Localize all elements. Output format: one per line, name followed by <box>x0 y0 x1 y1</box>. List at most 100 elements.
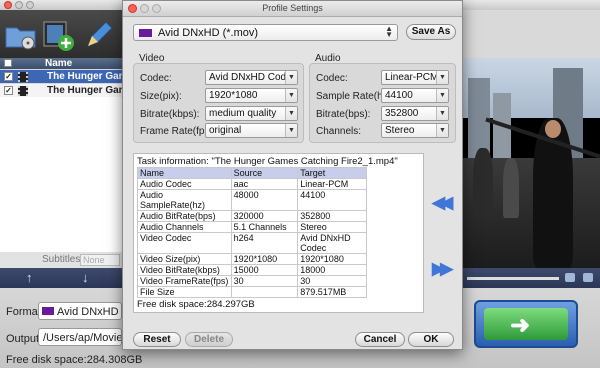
chevron-down-icon: ▼ <box>285 89 297 102</box>
file-checkbox[interactable]: ✓ <box>4 72 13 81</box>
add-video-icon[interactable] <box>42 16 76 52</box>
dialog-title: Profile Settings <box>262 3 323 13</box>
file-checkbox[interactable]: ✓ <box>4 86 13 95</box>
delete-button[interactable]: Delete <box>185 332 233 347</box>
move-down-icon[interactable]: ↓ <box>82 270 89 285</box>
audio-codec-value: Linear-PCM <box>385 72 439 83</box>
audio-codec-select[interactable]: Linear-PCM ▼ <box>381 70 449 85</box>
audio-bitrate-select[interactable]: 352800 ▼ <box>381 106 449 121</box>
video-size-value: 1920*1080 <box>209 90 258 101</box>
audio-samplerate-value: 44100 <box>385 90 413 101</box>
chevron-down-icon: ▼ <box>285 124 297 137</box>
file-list-header: Name <box>0 58 122 69</box>
snapshot-icon[interactable] <box>565 273 575 282</box>
chevron-down-icon: ▼ <box>436 124 448 137</box>
video-framerate-value: original <box>209 125 242 136</box>
expand-right-icon[interactable]: ▶▶ <box>432 259 453 279</box>
table-row: Video Codec h264 Avid DNxHD Codec <box>137 232 367 254</box>
chevron-down-icon: ▼ <box>436 107 448 120</box>
film-icon <box>18 86 28 96</box>
profile-badge-icon <box>139 29 152 37</box>
table-row: Audio SampleRate(hz) 48000 44100 <box>137 189 367 211</box>
video-codec-value: Avid DNxHD Code <box>209 72 292 83</box>
table-cell: h264 <box>230 232 299 254</box>
format-value: Avid DNxHD (*.m <box>57 306 121 318</box>
file-row[interactable]: ✓ The Hunger Game... <box>0 84 122 97</box>
convert-button[interactable]: ➜ <box>474 300 578 348</box>
chevron-down-icon: ▼ <box>285 71 297 84</box>
table-cell: 18000 <box>297 264 367 276</box>
minimize-window-button[interactable] <box>15 1 23 9</box>
video-codec-select[interactable]: Avid DNxHD Code ▼ <box>205 70 298 85</box>
table-cell: 320000 <box>230 210 299 222</box>
column-header: Name <box>137 167 232 179</box>
audio-codec-label: Codec: <box>316 73 348 84</box>
file-name: The Hunger Game... <box>47 85 122 96</box>
reset-button[interactable]: Reset <box>133 332 181 347</box>
output-path-value: /Users/ap/Movies <box>43 332 122 344</box>
chevron-down-icon: ▼ <box>436 71 448 84</box>
output-path-field[interactable]: /Users/ap/Movies <box>38 328 122 346</box>
table-cell: aac <box>230 178 299 190</box>
subtitles-select[interactable]: None <box>80 254 120 266</box>
add-folder-icon[interactable] <box>4 16 38 52</box>
edit-pencil-icon[interactable] <box>82 16 116 52</box>
video-bitrate-value: medium quality <box>209 108 277 119</box>
video-size-select[interactable]: 1920*1080 ▼ <box>205 88 298 103</box>
dialog-close-button[interactable] <box>128 4 137 13</box>
ok-button[interactable]: OK <box>408 332 454 347</box>
column-header: Target <box>297 167 367 179</box>
file-list-body <box>0 97 122 252</box>
name-column-header: Name <box>45 58 73 69</box>
table-cell: 352800 <box>297 210 367 222</box>
dialog-titlebar: Profile Settings <box>123 1 462 17</box>
subtitles-bar: Subtitles: None <box>0 252 122 268</box>
table-cell: Video Codec <box>137 232 232 254</box>
table-cell: Audio Codec <box>137 178 232 190</box>
video-size-label: Size(pix): <box>140 91 182 102</box>
column-header: Source <box>230 167 299 179</box>
select-all-checkbox[interactable] <box>4 59 12 67</box>
table-cell: Linear-PCM <box>297 178 367 190</box>
audio-samplerate-select[interactable]: 44100 ▼ <box>381 88 449 103</box>
cancel-button[interactable]: Cancel <box>355 332 405 347</box>
playback-slider[interactable] <box>467 277 559 280</box>
table-cell: 30 <box>297 275 367 287</box>
video-framerate-select[interactable]: original ▼ <box>205 123 298 138</box>
save-as-button[interactable]: Save As <box>406 24 456 40</box>
dialog-minimize-button[interactable] <box>140 4 149 13</box>
chevron-down-icon: ▼ <box>285 107 297 120</box>
task-free-disk-space: Free disk space:284.297GB <box>137 299 255 310</box>
table-row: Video BitRate(kbps) 15000 18000 <box>137 264 367 276</box>
table-row: Video Size(pix) 1920*1080 1920*1080 <box>137 253 367 265</box>
profile-select[interactable]: Avid DNxHD (*.mov) ▲ ▼ <box>133 24 398 41</box>
table-cell: 879.517MB <box>297 286 367 298</box>
video-bitrate-select[interactable]: medium quality ▼ <box>205 106 298 121</box>
convert-arrow-icon: ➜ <box>510 312 531 339</box>
subtitles-label: Subtitles: <box>42 254 84 265</box>
move-up-icon[interactable]: ↑ <box>26 270 33 285</box>
table-cell: Video FrameRate(fps) <box>137 275 232 287</box>
close-window-button[interactable] <box>4 1 12 9</box>
format-badge-icon <box>42 307 54 315</box>
task-information-panel: Task information: "The Hunger Games Catc… <box>133 153 424 313</box>
table-cell: Video BitRate(kbps) <box>137 264 232 276</box>
task-title: Task information: "The Hunger Games Catc… <box>137 156 398 167</box>
audio-channels-label: Channels: <box>316 126 362 137</box>
file-row[interactable]: ✓ The Hunger Game... <box>0 70 122 83</box>
chevron-down-icon: ▼ <box>436 89 448 102</box>
zoom-window-button[interactable] <box>26 1 34 9</box>
dialog-zoom-button[interactable] <box>152 4 161 13</box>
table-row: File Size 879.517MB <box>137 286 367 298</box>
audio-channels-select[interactable]: Stereo ▼ <box>381 123 449 138</box>
format-select[interactable]: Avid DNxHD (*.m <box>38 302 122 320</box>
table-cell: 1920*1080 <box>230 253 299 265</box>
collapse-left-icon[interactable]: ◀◀ <box>432 193 453 213</box>
audio-channels-value: Stereo <box>385 125 415 136</box>
audio-bitrate-label: Bitrate(bps): <box>316 109 371 120</box>
output-label: Output: <box>6 333 43 345</box>
table-row: Audio Codec aac Linear-PCM <box>137 178 367 190</box>
folder-icon[interactable] <box>583 273 593 282</box>
table-cell: 5.1 Channels <box>230 221 299 233</box>
table-cell: 15000 <box>230 264 299 276</box>
